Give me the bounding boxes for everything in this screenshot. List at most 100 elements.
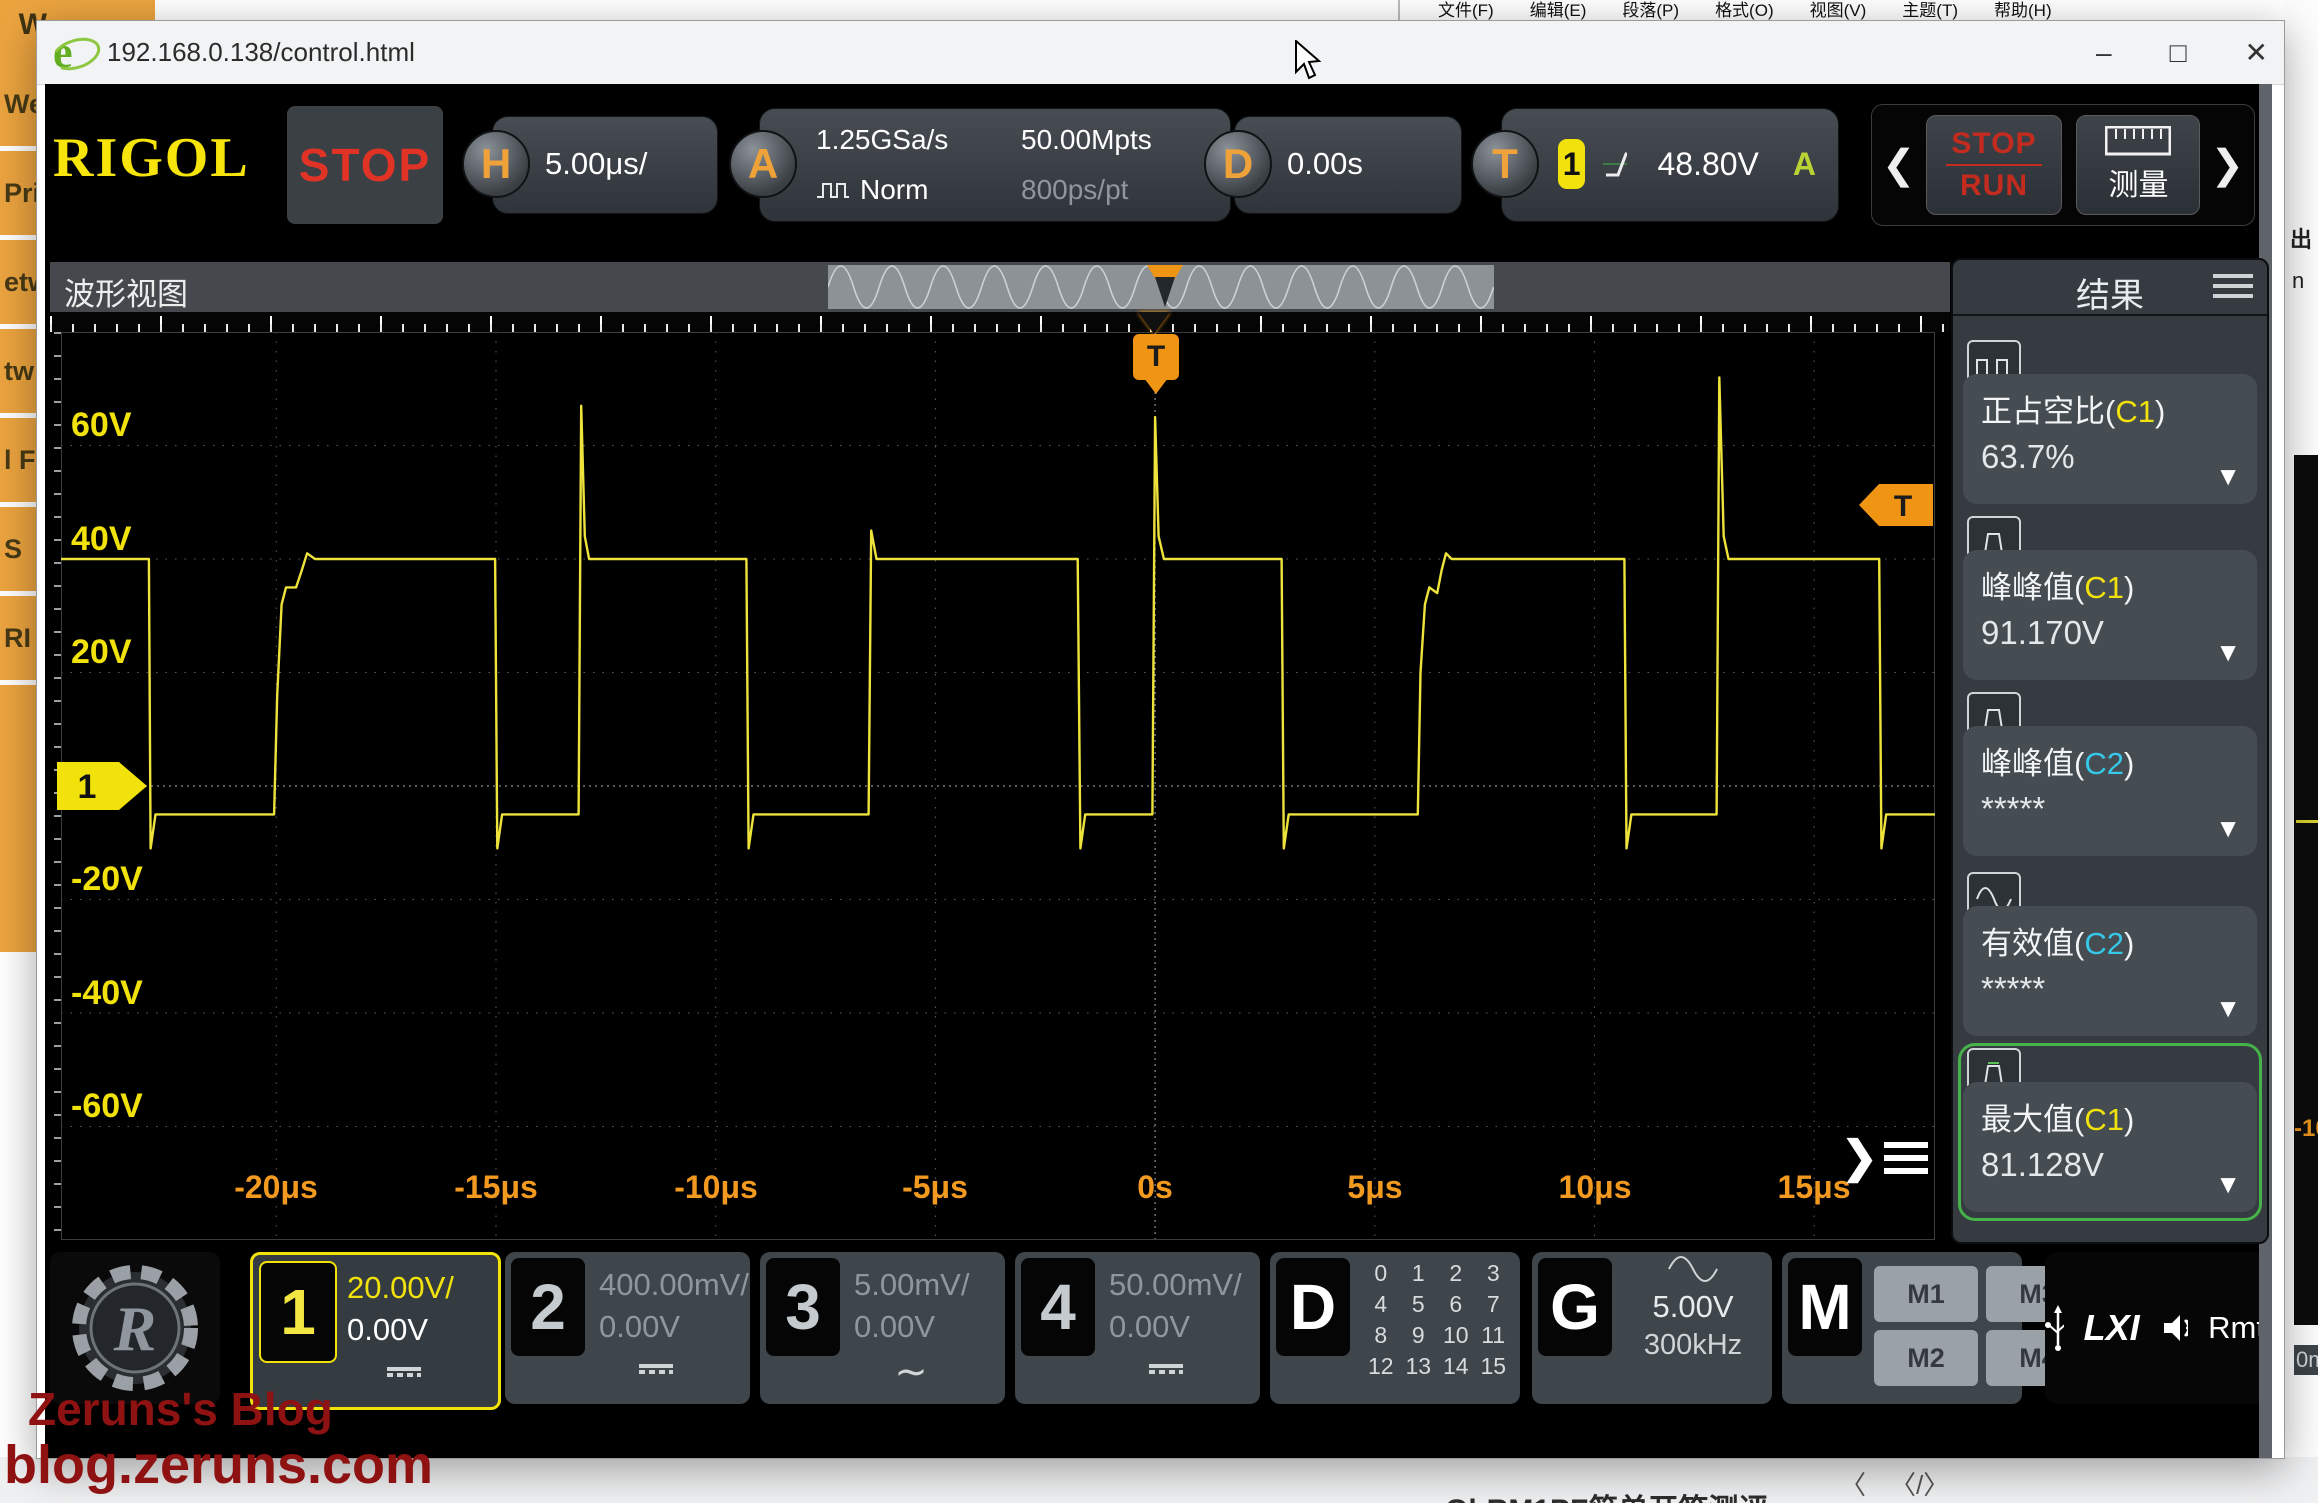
generator-label: G bbox=[1538, 1258, 1612, 1356]
waveform-svg bbox=[61, 332, 1935, 1240]
background-menubar: 文件(F) 编辑(E) 段落(P) 格式(O) 视图(V) 主题(T) 帮助(H… bbox=[1408, 0, 2318, 20]
acquire-panel[interactable]: 1.25GSa/s 50.00Mpts Norm 800ps/pt bbox=[759, 108, 1231, 222]
x-tick-label: 10μs bbox=[1535, 1169, 1655, 1206]
address-url[interactable]: 192.168.0.138/control.html bbox=[107, 37, 415, 68]
trigger-panel[interactable]: 1 48.80V A bbox=[1501, 108, 1839, 222]
channel-number: 1 bbox=[259, 1261, 337, 1363]
channel2-tile[interactable]: 2 400.00mV/0.00V bbox=[505, 1252, 750, 1404]
trigger-knob[interactable]: T bbox=[1471, 130, 1539, 198]
measure-button[interactable]: 测量 bbox=[2076, 115, 2200, 215]
digital-channel-grid: 0123 4567 891011 12131415 bbox=[1362, 1260, 1512, 1380]
digital-channels-tile[interactable]: D 0123 4567 891011 12131415 bbox=[1270, 1252, 1520, 1404]
generator-amplitude: 5.00V bbox=[1628, 1289, 1758, 1325]
channel-scale: 5.00mV/ bbox=[854, 1264, 969, 1306]
horizontal-knob[interactable]: H bbox=[462, 130, 530, 198]
beeper-icon[interactable] bbox=[2160, 1310, 2189, 1346]
math-label: M bbox=[1788, 1258, 1862, 1356]
x-tick-label: -10μs bbox=[656, 1169, 776, 1206]
y-tick-label: 20V bbox=[71, 633, 191, 672]
bg-menu-view[interactable]: 视图(V) bbox=[1810, 0, 1867, 20]
y-tick-label: 60V bbox=[71, 406, 191, 445]
math-tile[interactable]: M M1 M3 M2 M4 bbox=[1782, 1252, 2022, 1404]
dropdown-icon[interactable]: ▼ bbox=[2215, 461, 2241, 492]
dropdown-icon[interactable]: ▼ bbox=[2215, 637, 2241, 668]
horizontal-ruler bbox=[50, 312, 1950, 332]
nav-next-icon[interactable]: ❯ bbox=[2200, 142, 2254, 188]
measurement-card[interactable]: 正占空比(C1) 63.7% ▼ bbox=[1963, 374, 2257, 504]
channel-number: 2 bbox=[511, 1258, 585, 1356]
run-state-indicator[interactable]: STOP bbox=[287, 106, 443, 224]
svg-text:T: T bbox=[1894, 490, 1912, 523]
bg-sidebar-label: S bbox=[0, 534, 22, 565]
channel-scale: 50.00mV/ bbox=[1109, 1264, 1242, 1306]
stop-run-button[interactable]: STOP RUN bbox=[1926, 115, 2063, 215]
measurement-card[interactable]: 峰峰值(C1) 91.170V ▼ bbox=[1963, 550, 2257, 680]
channel1-offset-marker[interactable]: 1 bbox=[57, 760, 149, 812]
acq-mode: Norm bbox=[860, 174, 928, 206]
close-button[interactable]: ✕ bbox=[2245, 38, 2268, 68]
x-tick-label: -15μs bbox=[436, 1169, 556, 1206]
svg-text:1: 1 bbox=[78, 768, 97, 806]
dropdown-icon[interactable]: ▼ bbox=[2215, 993, 2241, 1024]
minimize-button[interactable]: – bbox=[2096, 38, 2112, 68]
bg-menu-edit[interactable]: 编辑(E) bbox=[1530, 0, 1587, 20]
bg-sidebar-label: RI bbox=[0, 623, 31, 654]
rigol-logo: RIGOL bbox=[53, 126, 250, 190]
bg-right-trace-fragment bbox=[2296, 820, 2318, 823]
bg-menu-file[interactable]: 文件(F) bbox=[1438, 0, 1494, 20]
measurement-card[interactable]: 有效值(C2) ***** ▼ bbox=[1963, 906, 2257, 1036]
measurement-item-vrms-c2[interactable]: 有效值(C2) ***** ▼ bbox=[1963, 872, 2257, 1040]
bg-code-icon[interactable]: 〈/〉 bbox=[1890, 1465, 1949, 1502]
remote-indicator[interactable]: Rmt bbox=[2208, 1310, 2265, 1346]
plot-menu-icon[interactable]: ❯ bbox=[1841, 1132, 1928, 1183]
results-menu-icon[interactable] bbox=[2213, 268, 2253, 304]
bg-menu-paragraph[interactable]: 段落(P) bbox=[1622, 0, 1679, 20]
measurement-item-vpp-c1[interactable]: 峰峰值(C1) 91.170V ▼ bbox=[1963, 516, 2257, 684]
dropdown-icon[interactable]: ▼ bbox=[2215, 813, 2241, 844]
channel3-tile[interactable]: 3 5.00mV/0.00V ∼ bbox=[760, 1252, 1005, 1404]
y-tick-label: 40V bbox=[71, 520, 191, 559]
channel-offset: 0.00V bbox=[854, 1306, 969, 1348]
background-right-sliver: 出 n -10 0m bbox=[2284, 0, 2318, 1503]
dropdown-icon[interactable]: ▼ bbox=[2215, 1169, 2241, 1200]
y-tick-label: -40V bbox=[71, 974, 191, 1013]
bg-menu-help[interactable]: 帮助(H) bbox=[1994, 0, 2052, 20]
trigger-position-triangle[interactable] bbox=[1138, 312, 1170, 334]
x-tick-label: -20μs bbox=[216, 1169, 336, 1206]
channel4-tile[interactable]: 4 50.00mV/0.00V bbox=[1015, 1252, 1260, 1404]
measurement-item-duty[interactable]: 正占空比(C1) 63.7% ▼ bbox=[1963, 340, 2257, 508]
browser-icon: e bbox=[53, 33, 93, 73]
trigger-position-marker[interactable]: T bbox=[1133, 334, 1179, 380]
bg-menu-theme[interactable]: 主题(T) bbox=[1902, 0, 1958, 20]
ac-coupling-icon: ∼ bbox=[888, 1362, 934, 1388]
maximize-button[interactable]: □ bbox=[2170, 38, 2187, 68]
bg-right-fragment: 0m bbox=[2294, 1345, 2318, 1375]
results-panel: 结果 正占空比(C1) 63.7% ▼ bbox=[1951, 258, 2269, 1244]
nav-prev-icon[interactable]: ❮ bbox=[1872, 142, 1926, 188]
bg-menu-format[interactable]: 格式(O) bbox=[1715, 0, 1774, 20]
x-tick-label: 5μs bbox=[1315, 1169, 1435, 1206]
math-m1-button[interactable]: M1 bbox=[1874, 1266, 1978, 1322]
measurement-card[interactable]: 最大值(C1) 81.128V ▼ bbox=[1963, 1082, 2257, 1212]
view-title: 波形视图 bbox=[64, 269, 188, 314]
measurement-card[interactable]: 峰峰值(C2) ***** ▼ bbox=[1963, 726, 2257, 856]
lxi-indicator[interactable]: LXI bbox=[2084, 1307, 2140, 1349]
measurement-item-vmax-c1[interactable]: 最大值(C1) 81.128V ▼ bbox=[1963, 1048, 2257, 1216]
bg-sidebar-label: tw bbox=[0, 356, 34, 387]
delay-knob[interactable]: D bbox=[1204, 130, 1272, 198]
trigger-level-value: 48.80V bbox=[1657, 146, 1758, 183]
acquire-knob[interactable]: A bbox=[729, 130, 797, 198]
usb-icon[interactable] bbox=[2045, 1305, 2064, 1351]
bg-back-icon[interactable]: 〈 bbox=[1840, 1465, 1866, 1502]
channel-scale: 20.00V/ bbox=[347, 1267, 454, 1309]
scope-header: RIGOL STOP H 5.00μs/ A 1.25GSa/s 50.00Mp… bbox=[45, 94, 2272, 234]
measurement-item-vpp-c2[interactable]: 峰峰值(C2) ***** ▼ bbox=[1963, 692, 2257, 860]
trigger-sweep-mode: A bbox=[1793, 146, 1816, 183]
trigger-level-marker[interactable]: T bbox=[1859, 482, 1933, 528]
browser-titlebar: e 192.168.0.138/control.html – □ ✕ bbox=[37, 21, 2284, 85]
background-window-edge bbox=[1398, 0, 1400, 20]
math-m2-button[interactable]: M2 bbox=[1874, 1330, 1978, 1386]
horizontal-position-slider[interactable] bbox=[828, 265, 1494, 309]
channel-offset: 0.00V bbox=[347, 1309, 454, 1351]
generator-tile[interactable]: G 5.00V 300kHz bbox=[1532, 1252, 1772, 1404]
